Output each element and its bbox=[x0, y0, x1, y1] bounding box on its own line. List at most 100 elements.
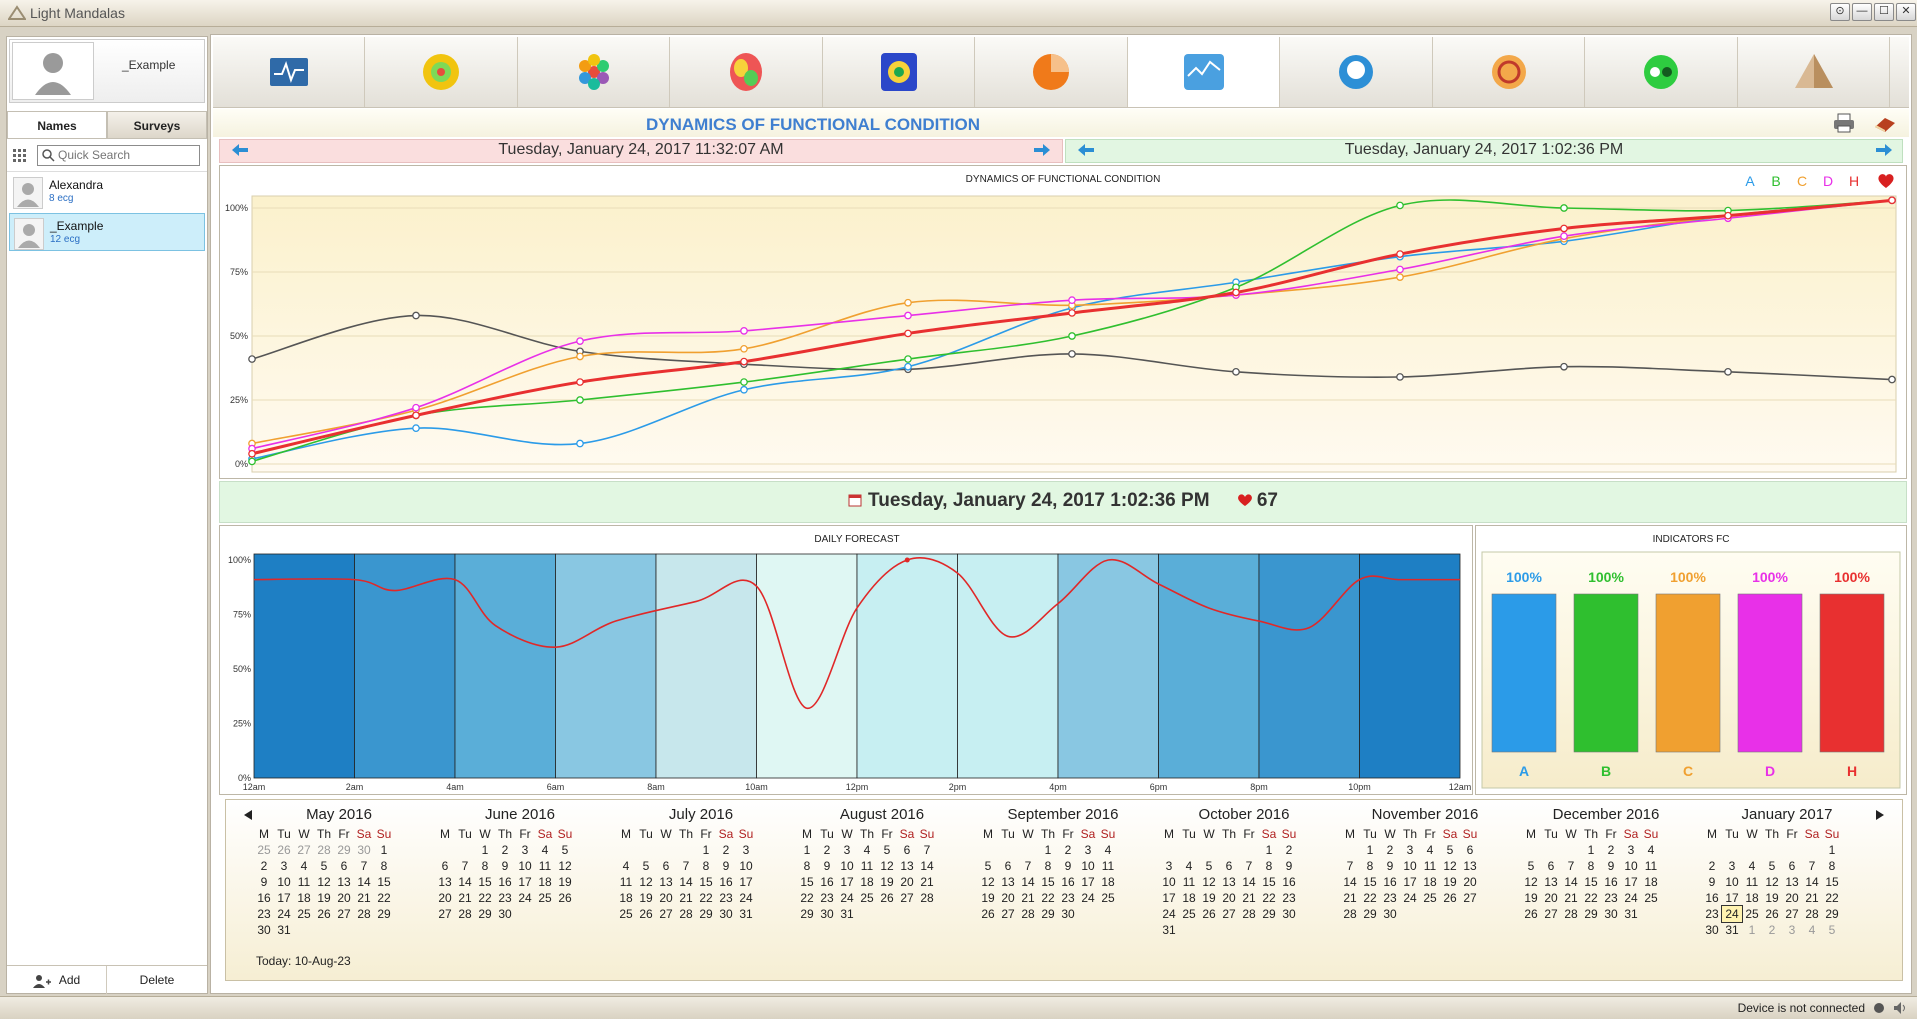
calendar-day[interactable]: 1 bbox=[1742, 922, 1762, 938]
calendar-day[interactable]: 30 bbox=[1058, 906, 1078, 922]
calendar-day[interactable]: 22 bbox=[1259, 890, 1279, 906]
data-point[interactable] bbox=[1560, 204, 1568, 212]
calendar-day[interactable]: 7 bbox=[1018, 858, 1038, 874]
calendar-day[interactable]: 4 bbox=[1179, 858, 1199, 874]
data-point[interactable] bbox=[1068, 309, 1076, 317]
calendar-day[interactable]: 5 bbox=[555, 842, 575, 858]
calendar-day[interactable]: 27 bbox=[656, 906, 676, 922]
calendar-day[interactable]: 24 bbox=[1400, 890, 1420, 906]
calendar-day[interactable]: 19 bbox=[555, 874, 575, 890]
calendar-day[interactable]: 27 bbox=[294, 842, 314, 858]
calendar-day[interactable]: 24 bbox=[1078, 890, 1098, 906]
bar-h[interactable] bbox=[1819, 593, 1885, 753]
calendar-day[interactable]: 8 bbox=[1038, 858, 1058, 874]
calendar-day[interactable]: 23 bbox=[495, 890, 515, 906]
calendar-day[interactable]: 3 bbox=[837, 842, 857, 858]
calendar-day[interactable]: 6 bbox=[435, 858, 455, 874]
calendar-day[interactable]: 20 bbox=[897, 874, 917, 890]
calendar-day[interactable]: 12 bbox=[1521, 874, 1541, 890]
calendar-day[interactable]: 22 bbox=[1822, 890, 1842, 906]
calendar-day[interactable]: 5 bbox=[1822, 922, 1842, 938]
calendar-day[interactable]: 22 bbox=[374, 890, 394, 906]
calendar-day[interactable]: 24 bbox=[837, 890, 857, 906]
tab-mode-8[interactable] bbox=[1281, 37, 1433, 107]
tab-mode-11[interactable] bbox=[1738, 37, 1890, 107]
calendar-day[interactable]: 22 bbox=[1038, 890, 1058, 906]
calendar-day[interactable]: 21 bbox=[1802, 890, 1822, 906]
calendar-day[interactable]: 2 bbox=[817, 842, 837, 858]
calendar-day[interactable]: 8 bbox=[1822, 858, 1842, 874]
calendar-day[interactable]: 28 bbox=[1239, 906, 1259, 922]
calendar-day[interactable]: 15 bbox=[1581, 874, 1601, 890]
calendar-day[interactable]: 19 bbox=[314, 890, 334, 906]
tab-mode-1[interactable] bbox=[213, 37, 365, 107]
calendar-day[interactable]: 9 bbox=[1702, 874, 1722, 890]
bar-c[interactable] bbox=[1655, 593, 1721, 753]
calendar-day[interactable]: 30 bbox=[1279, 906, 1299, 922]
calendar-day[interactable]: 6 bbox=[1219, 858, 1239, 874]
calendar-day[interactable]: 17 bbox=[515, 874, 535, 890]
bar-a[interactable] bbox=[1491, 593, 1557, 753]
data-point[interactable] bbox=[740, 327, 748, 335]
data-point[interactable] bbox=[1232, 367, 1240, 376]
data-point[interactable] bbox=[576, 352, 584, 361]
calendar-day[interactable]: 3 bbox=[515, 842, 535, 858]
data-point[interactable] bbox=[740, 357, 748, 366]
calendar-day[interactable]: 27 bbox=[435, 906, 455, 922]
calendar-day[interactable]: 6 bbox=[656, 858, 676, 874]
calendar-day[interactable]: 13 bbox=[1460, 858, 1480, 874]
data-point[interactable] bbox=[1560, 224, 1568, 233]
calendar-day[interactable]: 9 bbox=[716, 858, 736, 874]
calendar-day[interactable]: 25 bbox=[1641, 890, 1661, 906]
calendar-day[interactable]: 28 bbox=[455, 906, 475, 922]
sound-icon[interactable] bbox=[1893, 1001, 1907, 1015]
calendar-day[interactable]: 18 bbox=[294, 890, 314, 906]
calendar-day[interactable]: 30 bbox=[716, 906, 736, 922]
calendar-day[interactable]: 18 bbox=[857, 874, 877, 890]
calendar-day[interactable]: 21 bbox=[917, 874, 937, 890]
calendar-day[interactable]: 7 bbox=[1239, 858, 1259, 874]
calendar-day[interactable]: 10 bbox=[1078, 858, 1098, 874]
calendar-day[interactable]: 26 bbox=[314, 906, 334, 922]
calendar-day[interactable]: 2 bbox=[1601, 842, 1621, 858]
calendar-day[interactable]: 22 bbox=[797, 890, 817, 906]
data-point[interactable] bbox=[904, 298, 912, 307]
calendar-day[interactable]: 21 bbox=[1340, 890, 1360, 906]
calendar-day[interactable]: 25 bbox=[1420, 890, 1440, 906]
calendar-day[interactable]: 2 bbox=[1380, 842, 1400, 858]
calendar-day[interactable]: 30 bbox=[495, 906, 515, 922]
calendar-day[interactable]: 25 bbox=[857, 890, 877, 906]
calendar-day[interactable]: 23 bbox=[1279, 890, 1299, 906]
calendar-day[interactable]: 29 bbox=[797, 906, 817, 922]
data-point[interactable] bbox=[412, 403, 420, 412]
tab-mode-6[interactable] bbox=[976, 37, 1128, 107]
calendar-day[interactable]: 8 bbox=[1259, 858, 1279, 874]
calendar-day[interactable]: 1 bbox=[696, 842, 716, 858]
calendar-day[interactable]: 1 bbox=[1822, 842, 1842, 858]
calendar-day[interactable]: 14 bbox=[1239, 874, 1259, 890]
data-point[interactable] bbox=[904, 329, 912, 338]
calendar-day[interactable]: 13 bbox=[334, 874, 354, 890]
calendar-day[interactable]: 7 bbox=[917, 842, 937, 858]
calendar-day[interactable]: 26 bbox=[1762, 906, 1782, 922]
tab-mode-7[interactable] bbox=[1128, 37, 1280, 107]
calendar-day[interactable]: 24 bbox=[1621, 890, 1641, 906]
calendar-day[interactable]: 22 bbox=[696, 890, 716, 906]
calendar-day[interactable]: 30 bbox=[354, 842, 374, 858]
bar-b[interactable] bbox=[1573, 593, 1639, 753]
calendar-day[interactable]: 8 bbox=[475, 858, 495, 874]
profile-card[interactable]: _Example bbox=[9, 39, 205, 103]
calendar-day[interactable]: 19 bbox=[1199, 890, 1219, 906]
calendar-day[interactable]: 19 bbox=[636, 890, 656, 906]
calendar-day[interactable]: 19 bbox=[877, 874, 897, 890]
bar-d[interactable] bbox=[1737, 593, 1803, 753]
calendar-day[interactable]: 7 bbox=[354, 858, 374, 874]
calendar-day[interactable]: 2 bbox=[1762, 922, 1782, 938]
data-point[interactable] bbox=[412, 411, 420, 420]
calendar-day[interactable]: 28 bbox=[1340, 906, 1360, 922]
calendar-day[interactable]: 27 bbox=[1219, 906, 1239, 922]
calendar-day[interactable]: 16 bbox=[1279, 874, 1299, 890]
calendar-day[interactable]: 5 bbox=[1440, 842, 1460, 858]
calendar-day[interactable]: 31 bbox=[1621, 906, 1641, 922]
calendar-day[interactable]: 29 bbox=[1360, 906, 1380, 922]
